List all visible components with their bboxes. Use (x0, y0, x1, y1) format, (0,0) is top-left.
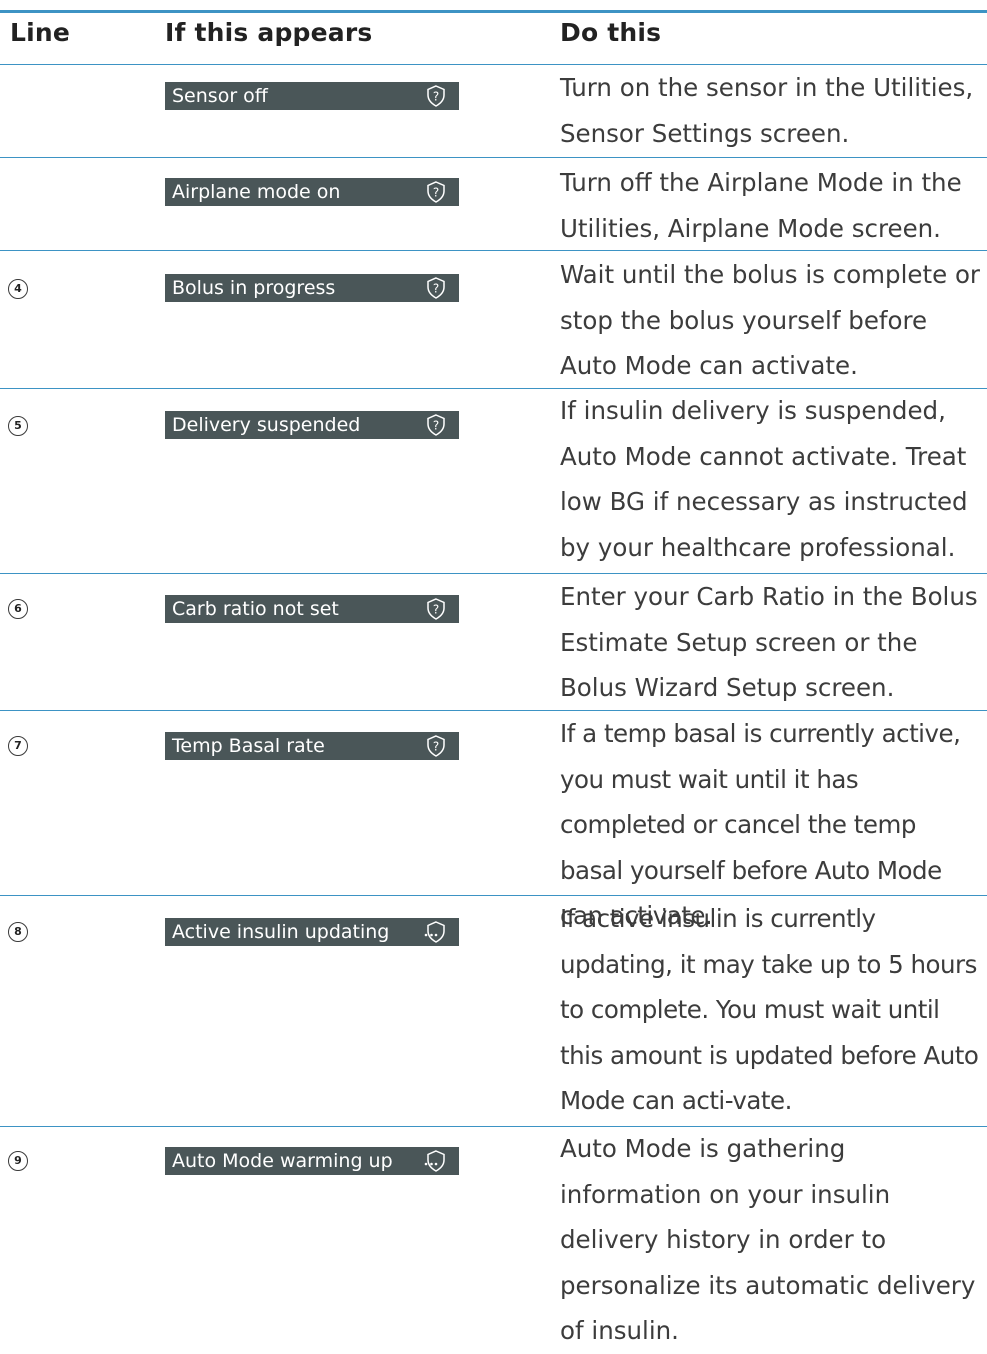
line-number-badge: 6 (8, 599, 28, 619)
status-banner: Auto Mode warming up (165, 1147, 459, 1175)
shield-question-icon: ? (427, 277, 445, 299)
svg-text:?: ? (433, 603, 439, 617)
action-text: If active insulin is currently updating,… (560, 904, 979, 1115)
status-banner: Temp Basal rate ? (165, 732, 459, 760)
shield-question-icon: ? (427, 85, 445, 107)
action-text: Enter your Carb Ratio in the Bolus Estim… (560, 582, 978, 702)
svg-text:?: ? (433, 282, 439, 296)
svg-text:?: ? (433, 90, 439, 104)
table-row: Sensor off ? Turn on the sensor in the U… (0, 65, 987, 158)
shield-dots-icon (424, 1150, 445, 1172)
action-text: Wait until the bolus is complete or stop… (560, 260, 981, 380)
table-row: 6 Carb ratio not set ? Enter your Carb R… (0, 574, 987, 711)
table-row: 8 Active insulin updating If active insu… (0, 896, 987, 1127)
status-message: Delivery suspended (172, 414, 361, 436)
status-banner: Bolus in progress ? (165, 274, 459, 302)
shield-question-icon: ? (427, 414, 445, 436)
status-message: Airplane mode on (172, 181, 341, 203)
shield-question-icon: ? (427, 598, 445, 620)
table-row: 4 Bolus in progress ? Wait until the bol… (0, 251, 987, 389)
shield-dots-icon (424, 921, 445, 943)
header-line: Line (10, 18, 71, 47)
status-banner: Active insulin updating (165, 918, 459, 946)
svg-text:?: ? (433, 740, 439, 754)
line-number-badge: 8 (8, 922, 28, 942)
line-number-badge: 9 (8, 1151, 28, 1171)
status-banner: Carb ratio not set ? (165, 595, 459, 623)
status-message: Carb ratio not set (172, 598, 339, 620)
status-banner: Delivery suspended ? (165, 411, 459, 439)
action-text: If insulin delivery is suspended, Auto M… (560, 396, 968, 562)
header-if-this-appears: If this appears (165, 18, 373, 47)
status-banner: Sensor off ? (165, 82, 459, 110)
shield-question-icon: ? (427, 181, 445, 203)
status-message: Sensor off (172, 85, 268, 107)
table-row: 5 Delivery suspended ? If insulin delive… (0, 389, 987, 574)
status-message: Temp Basal rate (172, 735, 325, 757)
status-message: Auto Mode warming up (172, 1150, 393, 1172)
svg-text:?: ? (433, 186, 439, 200)
action-text: Turn off the Airplane Mode in the Utilit… (560, 168, 962, 243)
svg-text:?: ? (433, 419, 439, 433)
table-row: 7 Temp Basal rate ? If a temp basal is c… (0, 711, 987, 930)
table-row: 9 Auto Mode warming up Auto Mode is gath… (0, 1127, 987, 1345)
line-number-badge: 5 (8, 416, 28, 436)
table-row: Airplane mode on ? Turn off the Airplane… (0, 158, 987, 251)
header-do-this: Do this (560, 18, 662, 47)
action-text: Turn on the sensor in the Utilities, Sen… (560, 73, 974, 148)
line-number-badge: 7 (8, 736, 28, 756)
action-text: Auto Mode is gathering information on yo… (560, 1134, 976, 1345)
shield-question-icon: ? (427, 735, 445, 757)
line-number-badge: 4 (8, 279, 28, 299)
status-banner: Airplane mode on ? (165, 178, 459, 206)
top-rule (0, 10, 987, 13)
status-message: Active insulin updating (172, 921, 390, 943)
status-message: Bolus in progress (172, 277, 336, 299)
